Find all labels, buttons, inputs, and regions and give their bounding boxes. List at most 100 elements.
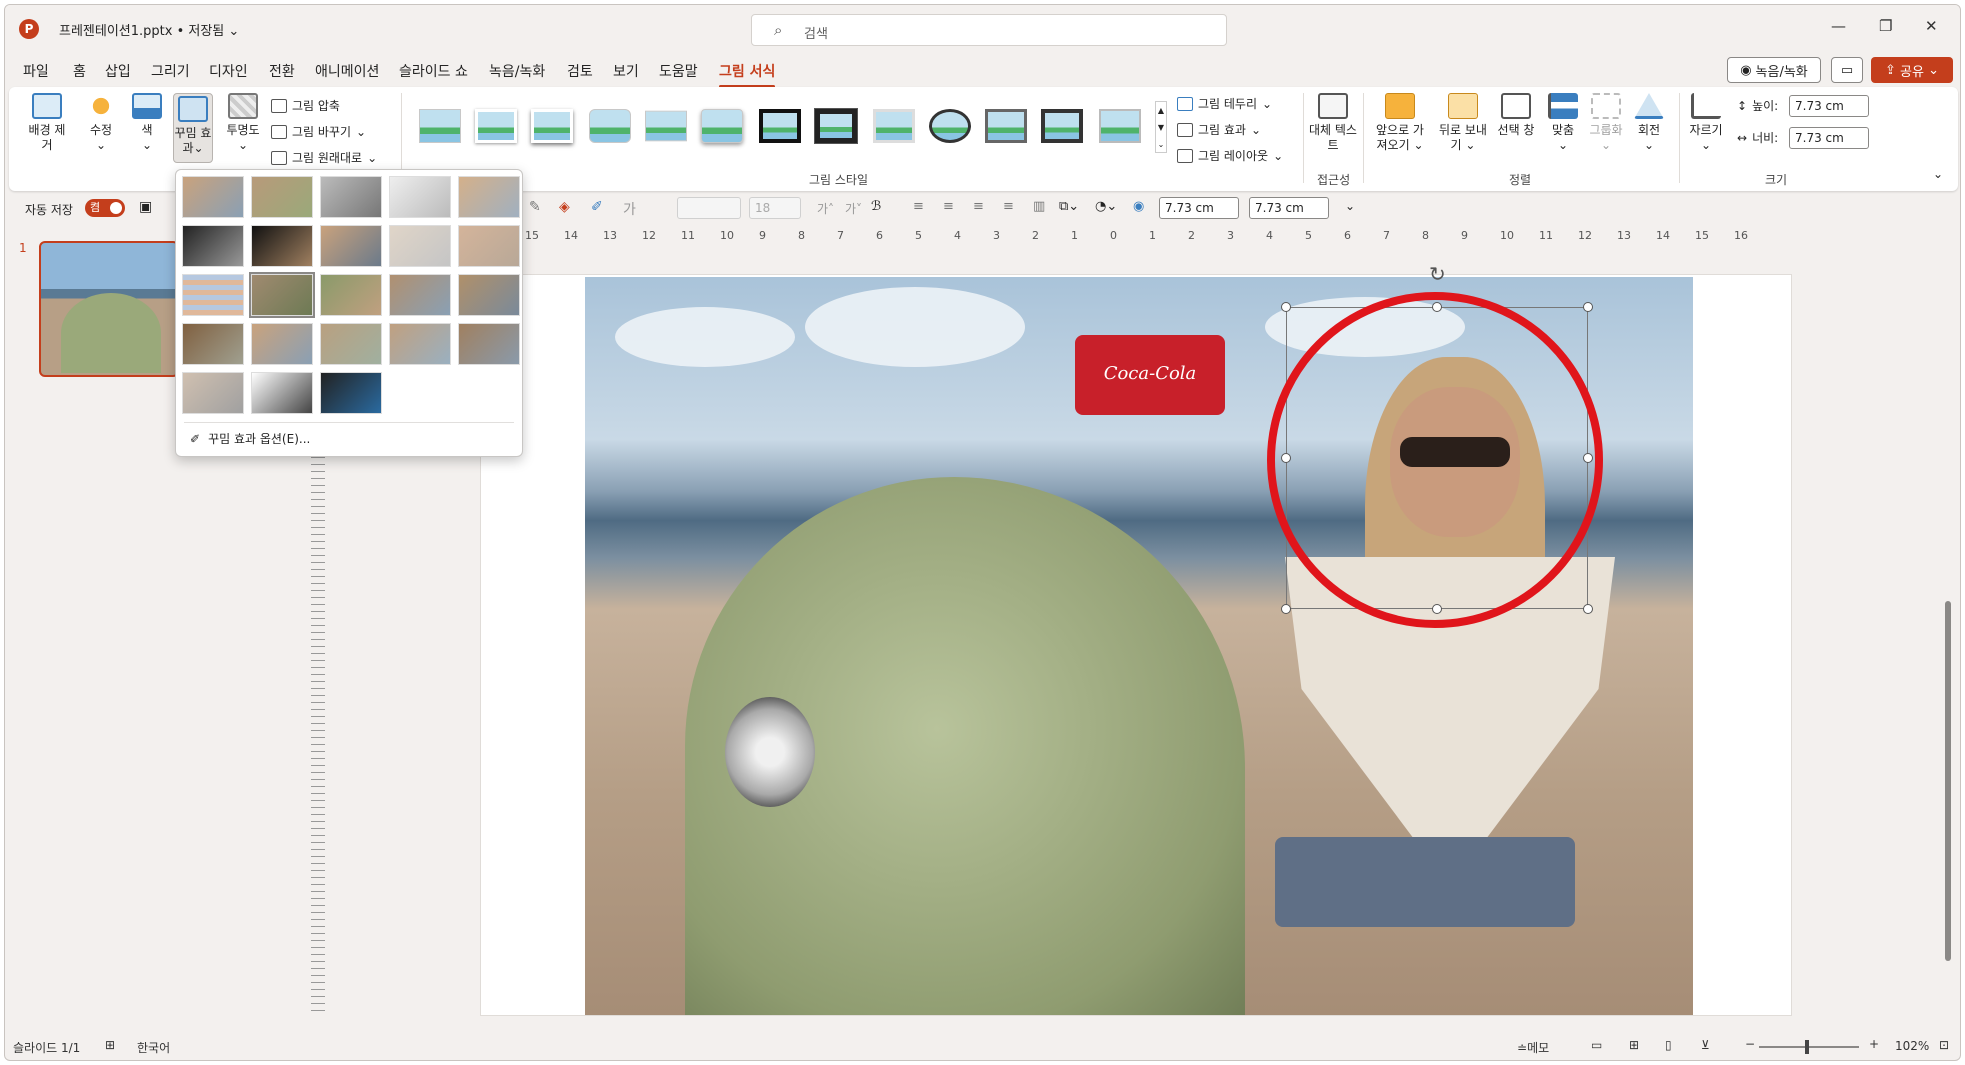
zoom-slider-thumb[interactable] (1805, 1040, 1809, 1054)
artistic-effect-option[interactable] (320, 176, 382, 218)
artistic-effect-option[interactable] (458, 176, 520, 218)
zoom-slider[interactable] (1759, 1046, 1859, 1048)
artistic-effect-option[interactable] (320, 372, 382, 414)
group-button[interactable]: 그룹화 ⌄ (1587, 93, 1625, 153)
document-title[interactable]: 프레젠테이션1.pptx • 저장됨 ⌄ (59, 20, 239, 39)
tab-help[interactable]: 도움말 (659, 61, 698, 81)
customize-toolbar-icon[interactable]: ⌄ (1345, 199, 1355, 213)
increase-font-icon[interactable]: 가˄ (817, 200, 834, 217)
reset-picture-button[interactable]: 그림 원래대로 ⌄ (271, 149, 377, 166)
line-color-icon[interactable]: ✐ (591, 199, 603, 215)
align-button[interactable]: 맞춤 ⌄ (1545, 93, 1581, 153)
artistic-effect-option[interactable] (389, 323, 451, 365)
resize-handle[interactable] (1583, 604, 1593, 614)
minimize-icon[interactable]: — (1831, 17, 1846, 35)
picture-style-2[interactable] (475, 109, 517, 143)
artistic-effect-option[interactable] (182, 225, 244, 267)
tab-home[interactable]: 홈 (73, 61, 86, 81)
picture-style-12[interactable] (1041, 109, 1083, 143)
quick-width-input[interactable]: 7.73 cm (1249, 197, 1329, 219)
tab-animations[interactable]: 애니메이션 (315, 61, 379, 81)
tab-insert[interactable]: 삽입 (105, 61, 131, 81)
notes-button[interactable]: ≐메모 (1517, 1039, 1549, 1056)
tab-slideshow[interactable]: 슬라이드 쇼 (399, 61, 468, 81)
tab-view[interactable]: 보기 (613, 61, 639, 81)
justify-icon[interactable]: ≡ (1003, 199, 1014, 214)
artistic-effect-option[interactable] (458, 274, 520, 316)
align-right-icon[interactable]: ≡ (973, 199, 984, 214)
picture-layout-button[interactable]: 그림 레이아웃 ⌄ (1177, 147, 1283, 164)
picture-style-6[interactable] (701, 109, 743, 143)
align-center-icon[interactable]: ≡ (943, 199, 954, 214)
artistic-effect-option[interactable] (249, 272, 315, 318)
bring-forward-button[interactable]: 앞으로 가져오기 ⌄ (1371, 93, 1429, 153)
corrections-button[interactable]: 수정 ⌄ (81, 93, 121, 153)
artistic-effect-option[interactable] (320, 225, 382, 267)
resize-handle[interactable] (1281, 302, 1291, 312)
width-input[interactable]: 7.73 cm (1789, 127, 1869, 149)
color-button[interactable]: 색 ⌄ (129, 93, 165, 153)
vertical-scrollbar[interactable] (1943, 231, 1953, 1011)
font-color-icon[interactable]: 가 (623, 199, 636, 219)
change-picture-button[interactable]: 그림 바꾸기 ⌄ (271, 123, 366, 140)
artistic-effect-option[interactable] (182, 176, 244, 218)
slideshow-icon[interactable]: ⊻ (1701, 1038, 1710, 1052)
reading-view-icon[interactable]: ▯ (1665, 1038, 1672, 1052)
selection-pane-button[interactable]: 선택 창 (1493, 93, 1539, 138)
picture-style-3[interactable] (531, 109, 573, 143)
artistic-effect-option[interactable] (320, 323, 382, 365)
artistic-effect-option[interactable] (251, 225, 313, 267)
tab-review[interactable]: 검토 (567, 61, 593, 81)
remove-background-button[interactable]: 배경 제거 (25, 93, 69, 153)
height-input[interactable]: 7.73 cm (1789, 95, 1869, 117)
restore-icon[interactable]: ❐ (1879, 17, 1892, 35)
gallery-scroll[interactable]: ▲ ▼ ⌄ (1155, 101, 1167, 153)
shapes-icon[interactable]: ◔⌄ (1095, 199, 1117, 214)
zoom-in-icon[interactable]: + (1869, 1037, 1879, 1051)
accessibility-icon[interactable]: ⊞ (105, 1038, 115, 1052)
artistic-effect-option[interactable] (389, 176, 451, 218)
columns-icon[interactable]: ▥ (1033, 199, 1045, 214)
picture-style-5[interactable] (645, 110, 687, 142)
autosave-toggle[interactable]: 켬 (85, 199, 125, 217)
slide-sorter-icon[interactable]: ⊞ (1629, 1038, 1639, 1052)
rotate-handle-icon[interactable]: ↻ (1429, 262, 1446, 286)
fill-color-icon[interactable]: ◈ (559, 199, 570, 215)
picture-effects-button[interactable]: 그림 효과 ⌄ (1177, 121, 1261, 138)
artistic-effect-option[interactable] (389, 225, 451, 267)
normal-view-icon[interactable]: ▭ (1591, 1038, 1602, 1052)
record-button[interactable]: ◉ 녹음/녹화 (1727, 57, 1821, 83)
picture-style-11[interactable] (985, 109, 1027, 143)
artistic-effect-option[interactable] (182, 274, 244, 316)
tab-design[interactable]: 디자인 (209, 61, 248, 81)
picture-style-1[interactable] (419, 109, 461, 143)
align-left-icon[interactable]: ≡ (913, 199, 924, 214)
arrange-icon[interactable]: ⧉⌄ (1059, 199, 1079, 214)
picture-style-4[interactable] (589, 109, 631, 143)
artistic-effect-option[interactable] (251, 372, 313, 414)
artistic-effect-option[interactable] (251, 176, 313, 218)
compress-pictures-button[interactable]: 그림 압축 (271, 97, 340, 114)
picture-style-9[interactable] (873, 109, 915, 143)
fit-to-window-icon[interactable]: ⊡ (1939, 1038, 1949, 1052)
decrease-font-icon[interactable]: 가˅ (845, 200, 862, 217)
artistic-effect-option[interactable] (389, 274, 451, 316)
artistic-effects-button[interactable]: 꾸밈 효과⌄ (173, 93, 213, 163)
transparency-button[interactable]: 투명도 ⌄ (221, 93, 265, 153)
zoom-level[interactable]: 102% (1895, 1039, 1929, 1053)
picture-style-10[interactable] (929, 109, 971, 143)
effects-circle-icon[interactable]: ◉ (1133, 199, 1144, 214)
tab-file[interactable]: 파일 (23, 61, 49, 81)
crop-button[interactable]: 자르기 ⌄ (1685, 93, 1727, 153)
resize-handle[interactable] (1281, 604, 1291, 614)
slide-thumbnail[interactable] (39, 241, 179, 377)
collapse-ribbon-icon[interactable]: ⌄ (1933, 167, 1943, 181)
font-size-input[interactable]: 18 (749, 197, 801, 219)
picture-style-13[interactable] (1099, 109, 1141, 143)
picture-border-button[interactable]: 그림 테두리 ⌄ (1177, 95, 1272, 112)
artistic-effect-option[interactable] (182, 323, 244, 365)
artistic-effect-option[interactable] (182, 372, 244, 414)
tab-recording[interactable]: 녹음/녹화 (489, 61, 545, 81)
share-button[interactable]: ⇪ 공유 ⌄ (1871, 57, 1953, 83)
save-icon[interactable]: ▣ (139, 199, 152, 215)
